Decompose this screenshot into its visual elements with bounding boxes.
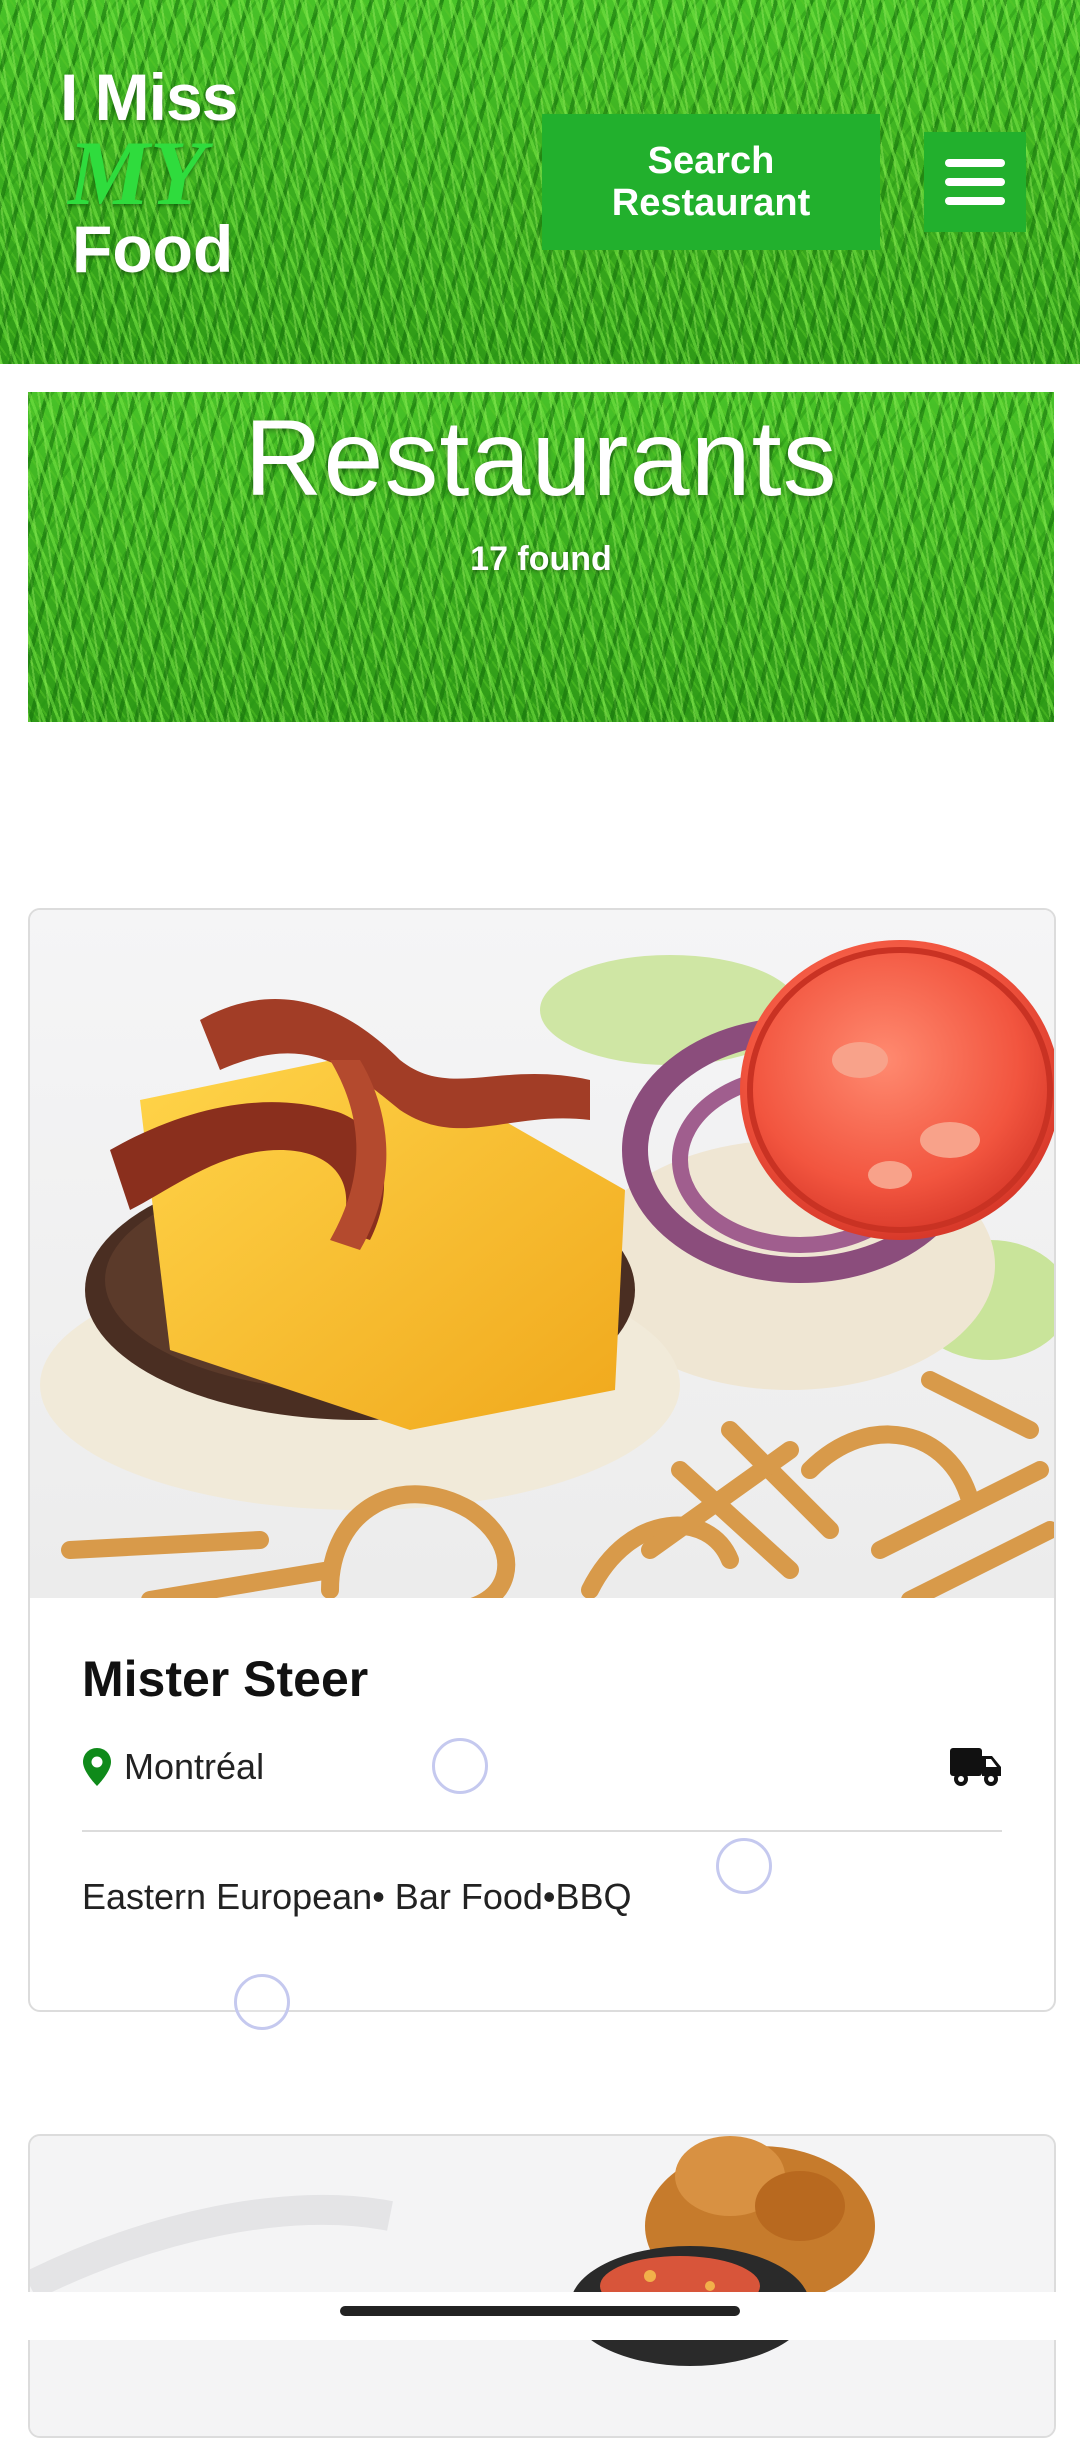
map-pin-icon xyxy=(83,1748,111,1786)
menu-bar xyxy=(945,178,1005,186)
touch-indicator xyxy=(716,1838,772,1894)
app-logo[interactable]: I Miss MY Food xyxy=(60,62,260,284)
app-header: I Miss MY Food Search Restaurant xyxy=(0,0,1080,364)
results-count: 17 found xyxy=(470,540,612,578)
burger-illustration xyxy=(40,940,1054,1598)
logo-line-3: Food xyxy=(72,212,234,286)
home-indicator[interactable] xyxy=(340,2306,740,2316)
delivery-truck-icon xyxy=(950,1748,1001,1786)
cuisine-tags: Eastern European• Bar Food•BBQ xyxy=(82,1876,632,1917)
page-title: Restaurants xyxy=(244,397,838,518)
food-photo xyxy=(30,2136,1054,2436)
restaurant-name[interactable]: Mister Steer xyxy=(82,1650,1002,1708)
burger-photo[interactable] xyxy=(30,910,1054,1598)
restaurant-card[interactable] xyxy=(28,2134,1056,2438)
restaurant-location: Montréal xyxy=(82,1746,264,1788)
restaurant-meta: Montréal xyxy=(82,1742,1002,1792)
restaurants-banner: Restaurants 17 found xyxy=(28,392,1054,722)
search-restaurant-button[interactable]: Search Restaurant xyxy=(542,114,880,250)
restaurant-card[interactable]: Mister Steer Montréal Eastern European• … xyxy=(28,908,1056,2012)
system-bottom-area xyxy=(0,2292,1080,2340)
logo-line-2: MY xyxy=(68,122,206,224)
touch-indicator xyxy=(234,1974,290,2030)
menu-bar xyxy=(945,197,1005,205)
card-body: Mister Steer Montréal Eastern European• … xyxy=(30,1650,1054,1918)
location-text: Montréal xyxy=(124,1746,265,1787)
touch-indicator xyxy=(432,1738,488,1794)
hamburger-menu-icon[interactable] xyxy=(924,132,1026,232)
menu-bar xyxy=(945,159,1005,167)
card-divider xyxy=(82,1830,1002,1832)
